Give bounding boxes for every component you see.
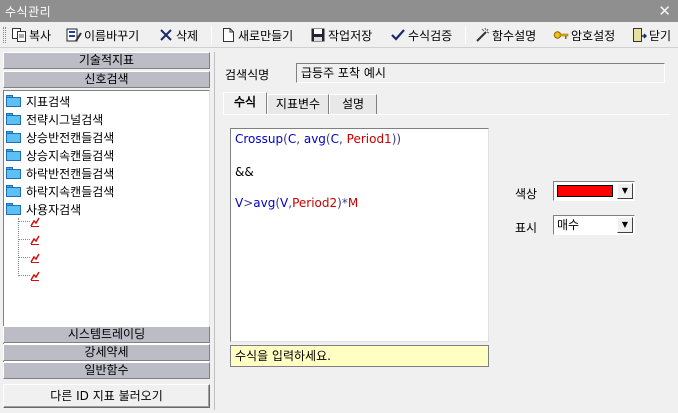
delete-button[interactable]: 삭제 (158, 25, 198, 45)
formula-line-3: V>avg(V,Period2)*M (235, 196, 359, 210)
display-select[interactable]: 매수 ▼ (553, 215, 635, 235)
rename-icon (66, 27, 82, 43)
color-label: 색상 (515, 187, 538, 201)
tree-leaf[interactable] (18, 213, 40, 229)
folder-icon (6, 149, 22, 161)
folder-icon (6, 113, 22, 125)
folder-icon (6, 185, 22, 197)
category-general-functions[interactable]: 일반함수 (3, 362, 210, 379)
tree-item-bullish-reversal[interactable]: 상승반전캔들검색 (6, 128, 114, 146)
chart-leaf-icon (30, 216, 40, 227)
category-strength-weakness[interactable]: 강세약세 (3, 344, 210, 361)
close-label: 닫기 (649, 28, 672, 43)
formula-hint: 수식을 입력하세요. (230, 345, 489, 367)
save-label: 작업저장 (328, 28, 373, 43)
folder-icon (6, 95, 22, 107)
color-swatch (557, 185, 613, 197)
tree-item-label: 전략시그널검색 (26, 112, 104, 127)
tree-item-bullish-continuation[interactable]: 상승지속캔들검색 (6, 146, 114, 164)
tree-leaf[interactable] (18, 267, 40, 283)
new-label: 새로만들기 (238, 28, 294, 43)
chevron-down-icon[interactable]: ▼ (617, 183, 633, 199)
search-name-label: 검색식명 (225, 68, 270, 82)
tree-item-label: 지표검색 (26, 94, 71, 109)
delete-icon (158, 27, 174, 43)
folder-icon (6, 131, 22, 143)
close-button[interactable]: 닫기 (631, 25, 671, 45)
tab-formula[interactable]: 수식 (223, 92, 267, 114)
tree-leaf[interactable] (18, 249, 40, 265)
chart-leaf-icon (30, 234, 40, 245)
category-system-trading[interactable]: 시스템트레이딩 (3, 326, 210, 343)
magic-wand-icon (474, 27, 490, 43)
formula-line-1: Crossup(C, avg(C, Period1)) (235, 132, 402, 146)
tree-item-label: 하락지속캔들검색 (26, 184, 115, 199)
tree-item-strategy-signal[interactable]: 전략시그널검색 (6, 110, 103, 128)
tree-item-bearish-reversal[interactable]: 하락반전캔들검색 (6, 164, 114, 182)
verify-label: 수식검증 (408, 28, 453, 43)
new-button[interactable]: 새로만들기 (220, 25, 293, 45)
tab-divider (223, 114, 669, 115)
formula-editor[interactable]: Crossup(C, avg(C, Period1)) && V>avg(V,P… (230, 128, 489, 342)
function-help-label: 함수설명 (492, 28, 537, 43)
chevron-down-icon[interactable]: ▼ (617, 217, 633, 233)
title-bar: 수식관리 ✕ (0, 0, 678, 22)
window-title: 수식관리 (5, 5, 52, 19)
tree-leaf[interactable] (18, 231, 40, 247)
tree-item-label: 상승지속캔들검색 (26, 148, 115, 163)
tab-indicator-variables[interactable]: 지표변수 (267, 94, 329, 114)
color-select[interactable]: ▼ (553, 181, 635, 201)
left-panel: 기술적지표 신호검색 지표검색 전략시그널검색 상승반전캔들검색 상승지속캔들검… (3, 52, 210, 410)
toolbar-grip[interactable] (3, 27, 6, 43)
tree-item-bearish-continuation[interactable]: 하락지속캔들검색 (6, 182, 114, 200)
copy-icon (11, 27, 27, 43)
display-select-value: 매수 (557, 218, 580, 232)
new-document-icon (220, 27, 236, 43)
category-technical-indicators[interactable]: 기술적지표 (3, 52, 210, 69)
rename-label: 이름바꾸기 (84, 28, 140, 43)
chart-leaf-icon (30, 270, 40, 281)
verify-button[interactable]: 수식검증 (390, 25, 452, 45)
load-other-id-button[interactable]: 다른 ID 지표 불러오기 (3, 384, 210, 408)
tab-description[interactable]: 설명 (329, 94, 377, 114)
exit-door-icon (631, 27, 648, 43)
chart-leaf-icon (30, 252, 40, 263)
formula-manager-window: 수식관리 ✕ 복사 이름바꾸기 삭제 새로만들기 작업저장 수식검증 함수설명 … (0, 0, 678, 413)
save-icon (310, 27, 326, 43)
display-label: 표시 (515, 221, 538, 235)
folder-icon (6, 167, 22, 179)
toolbar: 복사 이름바꾸기 삭제 새로만들기 작업저장 수식검증 함수설명 암호설정 닫기 (0, 22, 678, 48)
tree-item-label: 하락반전캔들검색 (26, 166, 115, 181)
delete-label: 삭제 (176, 28, 199, 43)
password-label: 암호설정 (571, 28, 616, 43)
password-button[interactable]: 암호설정 (553, 25, 615, 45)
tree-item-label: 상승반전캔들검색 (26, 130, 115, 145)
key-icon (553, 27, 569, 43)
formula-line-2: && (235, 165, 254, 179)
category-signal-search[interactable]: 신호검색 (3, 71, 210, 88)
copy-button[interactable]: 복사 (11, 25, 51, 45)
tree-item-indicator-search[interactable]: 지표검색 (6, 92, 70, 110)
check-icon (390, 27, 406, 43)
rename-button[interactable]: 이름바꾸기 (66, 25, 139, 45)
close-icon[interactable]: ✕ (658, 1, 671, 21)
search-name-field[interactable]: 급등주 포착 예시 (296, 63, 665, 83)
copy-label: 복사 (29, 28, 52, 43)
right-panel: 검색식명 급등주 포착 예시 수식 지표변수 설명 Crossup(C, avg… (214, 52, 676, 410)
save-button[interactable]: 작업저장 (310, 25, 372, 45)
function-help-button[interactable]: 함수설명 (474, 25, 536, 45)
